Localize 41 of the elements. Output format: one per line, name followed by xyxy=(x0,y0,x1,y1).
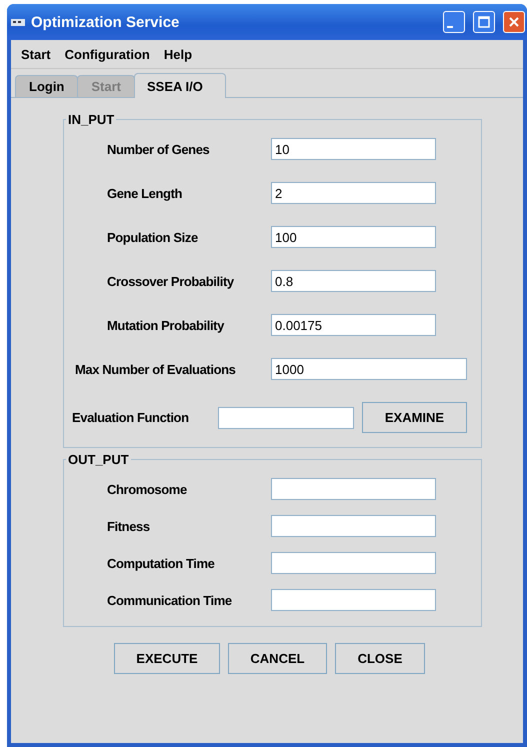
input-field[interactable]: 10 xyxy=(271,138,436,160)
menu-item[interactable]: Start xyxy=(15,44,57,64)
field-label: Chromosome xyxy=(107,482,188,496)
input-field[interactable]: 0.00175 xyxy=(271,314,436,336)
input-field[interactable]: 1000 xyxy=(271,358,467,380)
minimize-icon xyxy=(447,26,453,28)
close-button[interactable] xyxy=(503,11,525,33)
maximize-button[interactable] xyxy=(473,11,495,33)
input-field[interactable] xyxy=(271,478,436,500)
group-title: IN_PUT xyxy=(67,112,116,127)
field-label: Number of Genes xyxy=(107,142,210,156)
field-label: Computation Time xyxy=(107,556,216,570)
input-field[interactable]: 2 xyxy=(271,182,436,204)
input-field[interactable] xyxy=(271,589,436,611)
action-button[interactable]: EXECUTE xyxy=(114,643,220,674)
minimize-button[interactable] xyxy=(443,11,465,33)
maximize-icon xyxy=(478,16,490,28)
field-label: Fitness xyxy=(107,518,151,534)
close-icon xyxy=(508,16,520,28)
app-icon xyxy=(11,17,25,27)
menu-item[interactable]: Configuration xyxy=(58,44,156,64)
group-title: OUT_PUT xyxy=(67,452,130,467)
field-label: Mutation Probability xyxy=(107,318,226,332)
field-label: Crossover Probability xyxy=(107,274,235,288)
menu-item[interactable]: Help xyxy=(158,44,198,64)
input-field[interactable] xyxy=(271,552,436,574)
action-button[interactable]: CLOSE xyxy=(335,643,425,674)
examine-button[interactable]: EXAMINE xyxy=(362,402,467,433)
field-label: Population Size xyxy=(107,230,199,244)
tab[interactable]: SSEA I/O xyxy=(134,73,226,98)
tab[interactable]: Login xyxy=(15,75,78,97)
action-button[interactable]: CANCEL xyxy=(228,643,327,674)
field-label: Evaluation Function xyxy=(72,410,190,425)
input-field[interactable]: 100 xyxy=(271,226,436,248)
input-field[interactable] xyxy=(271,515,436,537)
input-field[interactable]: 0.8 xyxy=(271,270,436,292)
field-label: Max Number of Evaluations xyxy=(75,362,236,376)
window-title: Optimization Service xyxy=(31,14,180,30)
input-field[interactable] xyxy=(218,406,354,428)
field-label: Gene Length xyxy=(107,186,184,200)
field-label: Communication Time xyxy=(107,592,233,608)
